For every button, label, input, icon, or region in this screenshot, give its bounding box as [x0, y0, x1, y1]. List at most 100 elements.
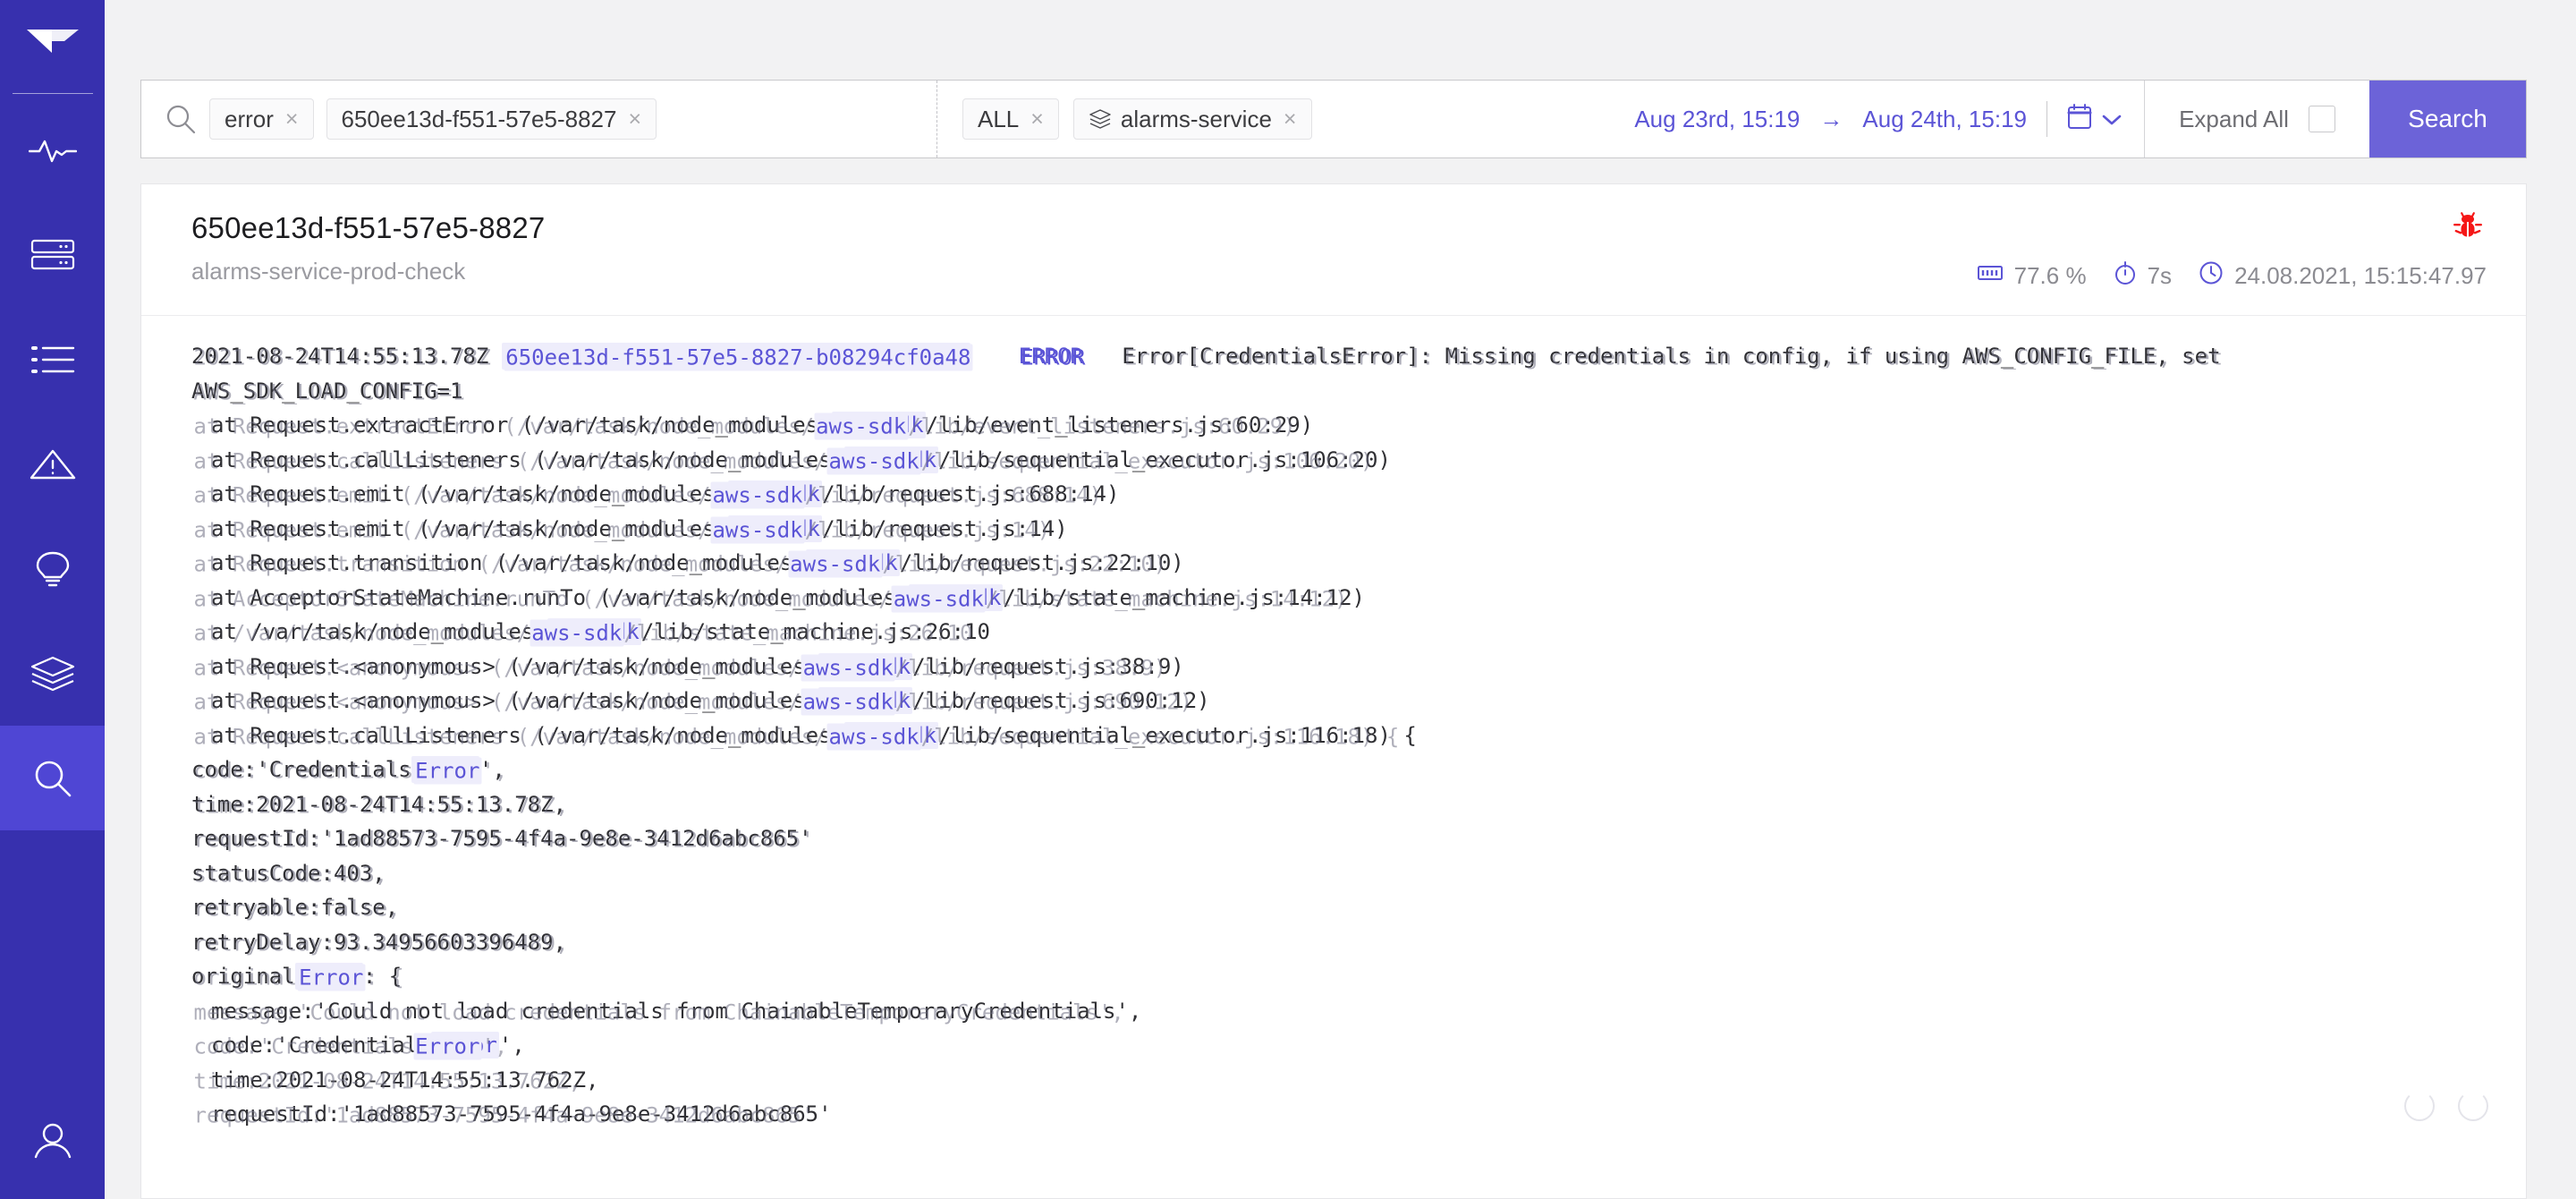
log-token: at Request.emit (/var/task/node_modules/	[211, 481, 728, 506]
log-token: aws-sdk	[727, 514, 823, 542]
log-line-text: at Request.<anonymous> (/var/task/node_m…	[211, 652, 1184, 680]
log-line: 2021-08-24T14:55:13.78Z 650ee13d-f551-57…	[191, 339, 2490, 374]
log-token: /lib/state_machine.js:26:10	[640, 619, 990, 644]
expand-all-control[interactable]: Expand All	[2144, 81, 2369, 157]
log-token	[970, 344, 1019, 369]
app-logo[interactable]	[0, 0, 105, 93]
log-token: aws-sdk	[831, 412, 926, 438]
log-token: aws-sdk	[727, 480, 823, 507]
log-token: ',	[479, 757, 505, 782]
log-token: at Request.emit (/var/task/node_modules/	[211, 515, 728, 541]
log-line-text: at Request.extractError (/var/task/node_…	[211, 412, 1313, 438]
log-line-text: code:'CredentialsError',	[191, 756, 505, 783]
log-line-text: code:'CredentialsError',	[211, 1032, 525, 1059]
log-token: /lib/request.js:690:12)	[912, 688, 1210, 713]
query-chip-error[interactable]: error ×	[209, 98, 314, 140]
sidebar-item-list[interactable]	[0, 307, 105, 412]
clock-icon	[2199, 260, 2224, 292]
close-icon[interactable]: ×	[1284, 107, 1297, 131]
filter-chip-service[interactable]: alarms-service ×	[1072, 98, 1312, 140]
log-token: at /var/task/node_modules/	[211, 619, 547, 644]
log-line: retryDelay:93.34956603396489, retryDelay:…	[191, 925, 2490, 960]
date-range-to: Aug 24th, 15:19	[1862, 105, 2027, 132]
query-chip-trace-id[interactable]: 650ee13d-f551-57e5-8827 ×	[326, 98, 657, 140]
search-filter-area[interactable]: ALL × alarms-service ×	[937, 81, 1483, 157]
log-token: /lib/request.js:38:9)	[912, 653, 1184, 679]
log-token: at AcceptorStateMachine.runTo (/var/task…	[211, 584, 910, 610]
searchbar-container: error × 650ee13d-f551-57e5-8827 × ALL ×	[105, 0, 2576, 158]
sidebar	[0, 0, 105, 1199]
sidebar-item-alerts[interactable]	[0, 412, 105, 516]
memory-stat: 77.6 %	[1977, 262, 2087, 290]
warning-triangle-icon	[29, 446, 77, 483]
log-line: AWS_SDK_LOAD_CONFIG=1 AWS_SDK_LOAD_CONFIG…	[191, 374, 2490, 409]
calendar-icon	[2067, 103, 2092, 136]
expand-all-checkbox[interactable]	[2308, 106, 2335, 132]
log-token: at Request.transition (/var/task/node_mo…	[211, 550, 806, 575]
stopwatch-icon	[2114, 260, 2137, 292]
log-line-text: at AcceptorStateMachine.runTo (/var/task…	[211, 583, 1365, 611]
sidebar-item-insights[interactable]	[0, 516, 105, 621]
log-line: at Request.transition (/var/task/node_mo…	[191, 546, 2490, 581]
log-token: Error	[430, 1032, 499, 1059]
sidebar-item-search[interactable]	[0, 726, 105, 830]
spinner-dot	[2458, 1091, 2488, 1121]
log-token: AWS_SDK_LOAD_CONFIG=1	[191, 378, 463, 404]
log-token: time:2021-08-24T14:55:13.78Z,	[191, 791, 567, 817]
chip-label: error	[225, 105, 274, 132]
sidebar-item-services[interactable]	[0, 621, 105, 726]
search-button[interactable]: Search	[2369, 81, 2526, 157]
log-line-text: at Request.callListeners (/var/task/node…	[211, 446, 1391, 473]
log-token: aws-sdk	[818, 687, 913, 714]
memory-chip-icon	[1977, 262, 2004, 290]
log-line-text: at Request.<anonymous> (/var/task/node_m…	[211, 687, 1210, 714]
filter-chip-all[interactable]: ALL ×	[962, 98, 1059, 140]
log-token: /lib/event_listeners.js:60:29)	[925, 412, 1314, 438]
calendar-toggle[interactable]	[2067, 103, 2123, 136]
duration-stat: 7s	[2114, 260, 2172, 292]
sidebar-item-account[interactable]	[0, 1083, 105, 1199]
close-icon[interactable]: ×	[285, 107, 299, 131]
log-line-text: requestId:'1ad88573-7595-4f4a-9e8e-3412d…	[211, 1101, 832, 1127]
search-icon	[165, 103, 197, 135]
service-name-label: alarms-service-prod-check	[191, 258, 466, 285]
log-line: retryable:false, retryable:false,	[191, 890, 2490, 925]
log-line-text: retryDelay:93.34956603396489,	[191, 930, 566, 955]
log-token: /lib/request.js:22:10)	[899, 550, 1184, 575]
log-token: /lib/sequential_executor.js:116:18) {	[938, 722, 1417, 748]
close-icon[interactable]: ×	[1030, 107, 1044, 131]
log-token: retryDelay:93.34956603396489,	[191, 929, 567, 955]
sidebar-item-activity[interactable]	[0, 98, 105, 202]
timestamp-stat: 24.08.2021, 15:15:47.97	[2199, 260, 2487, 292]
log-line-text: requestId:'1ad88573-7595-4f4a-9e8e-3412d…	[191, 826, 812, 851]
log-line-text: at /var/task/node_modules/aws-sdk/lib/st…	[211, 618, 990, 645]
log-token: at Request.callListeners (/var/task/node…	[211, 722, 845, 748]
log-token: time:2021-08-24T14:55:13.762Z,	[211, 1067, 599, 1093]
server-icon	[30, 238, 75, 272]
log-token: /lib/sequential_executor.js:106:20)	[938, 446, 1391, 472]
log-token: aws-sdk	[909, 583, 1004, 611]
log-token	[1083, 344, 1122, 369]
user-icon	[31, 1122, 74, 1160]
log-token: retryable:false,	[191, 895, 399, 920]
close-icon[interactable]: ×	[628, 107, 641, 131]
date-range-picker[interactable]: Aug 23rd, 15:19 → Aug 24th, 15:19	[1483, 81, 2144, 157]
log-token: 650ee13d-f551-57e5-8827-b08294cf0a48	[501, 343, 970, 370]
log-output[interactable]: 2021-08-24T14:55:13.78Z 650ee13d-f551-57…	[141, 316, 2526, 1132]
log-line: time:2021-08-24T14:55:13.762Z, time:2021-…	[191, 1063, 2490, 1098]
pulse-icon	[28, 136, 77, 165]
log-line: message:'Could not load credentials from…	[191, 994, 2490, 1029]
search-bar: error × 650ee13d-f551-57e5-8827 × ALL ×	[140, 80, 2527, 158]
log-token: code:'Credentials	[211, 1033, 431, 1058]
log-token: at Request.<anonymous> (/var/task/node_m…	[211, 688, 819, 713]
log-token: aws-sdk	[844, 721, 939, 749]
log-line-text: AWS_SDK_LOAD_CONFIG=1	[191, 378, 462, 404]
sidebar-item-servers[interactable]	[0, 202, 105, 307]
log-token: requestId:'1ad88573-7595-4f4a-9e8e-3412d…	[211, 1101, 832, 1127]
search-input-area[interactable]: error × 650ee13d-f551-57e5-8827 ×	[141, 81, 937, 157]
log-line: code:'CredentialsError', code:'Credential…	[191, 753, 2490, 787]
log-line: at Request.<anonymous> (/var/task/node_m…	[191, 650, 2490, 685]
log-token: at Request.<anonymous> (/var/task/node_m…	[211, 653, 819, 679]
trace-identity: 650ee13d-f551-57e5-8827 alarms-service-p…	[191, 211, 545, 285]
spinner-dot	[2404, 1091, 2435, 1121]
